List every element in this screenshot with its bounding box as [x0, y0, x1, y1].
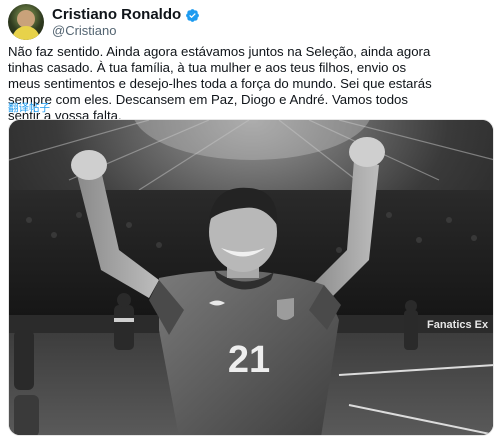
author-name-row: Cristiano Ronaldo [52, 6, 200, 24]
jersey-number: 21 [228, 339, 270, 381]
ad-board-text: Fanatics Ex [427, 319, 489, 331]
tweet-header: Cristiano Ronaldo @Cristiano [8, 4, 492, 40]
verified-badge-icon [186, 8, 200, 22]
translate-post-link[interactable]: 翻译帖子 [8, 102, 50, 114]
author-handle[interactable]: @Cristiano [52, 23, 117, 39]
player-celebration-photo: Fanatics Ex 21 [9, 120, 493, 435]
avatar[interactable] [8, 4, 44, 40]
author-display-name[interactable]: Cristiano Ronaldo [52, 6, 181, 24]
tweet-text: Não faz sentido. Ainda agora estávamos j… [8, 44, 432, 123]
tweet-photo[interactable]: Fanatics Ex 21 [8, 119, 494, 436]
